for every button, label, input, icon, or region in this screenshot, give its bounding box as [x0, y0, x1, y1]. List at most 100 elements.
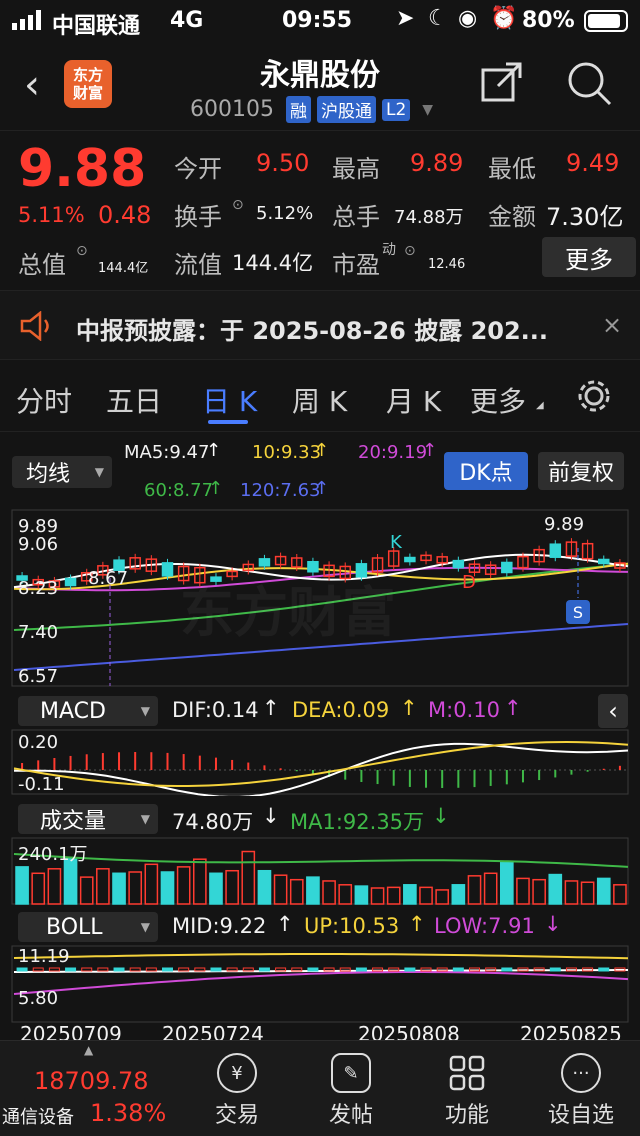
- amount-value: 7.30亿: [546, 203, 624, 231]
- adjust-button[interactable]: 前复权: [538, 452, 624, 490]
- active-tab-indicator: [208, 420, 248, 424]
- boll-candle: [339, 967, 351, 972]
- share-icon[interactable]: [480, 60, 524, 108]
- gear-icon[interactable]: [576, 378, 612, 418]
- boll-candle: [194, 967, 206, 972]
- up-arrow-icon: ↑: [314, 440, 330, 461]
- pe-value: 12.46: [428, 257, 466, 272]
- y-label-4: 7.40: [18, 622, 59, 643]
- trade-button[interactable]: ¥ 交易: [192, 1053, 282, 1129]
- marker-d[interactable]: D: [462, 572, 476, 593]
- boll-plot: [11, 945, 629, 1023]
- macd-dif: DIF:0.14: [172, 698, 259, 722]
- ma60-value: 60:8.77: [144, 480, 214, 501]
- macd-selector[interactable]: MACD ▼: [18, 696, 158, 726]
- stock-code-row[interactable]: 600105 融 沪股通 L2 ▼: [190, 96, 433, 123]
- carrier: 中国联通: [52, 14, 141, 39]
- boll-candle: [81, 967, 93, 972]
- search-icon[interactable]: [566, 60, 612, 110]
- more-button[interactable]: 更多: [542, 237, 636, 277]
- volume-bar: [96, 868, 110, 905]
- boll-lower-line: [13, 971, 629, 995]
- ma5-value: MA5:9.47: [124, 442, 210, 463]
- info-icon[interactable]: ⊙: [232, 197, 244, 213]
- up-arrow-icon: ↑: [262, 696, 280, 720]
- boll-candle: [97, 967, 109, 972]
- volume-bar: [354, 885, 369, 905]
- quote-panel: 9.88 5.11% 0.48 今开 9.50 最高 9.89 最低 9.49 …: [0, 130, 640, 288]
- down-arrow-icon: ↓: [544, 912, 562, 936]
- high-label: 最高: [332, 155, 380, 183]
- announcement-bar[interactable]: 中报预披露：于 2025-08-26 披露 202... ×: [0, 290, 640, 360]
- volume-selector[interactable]: 成交量 ▼: [18, 804, 158, 834]
- network-type: 4G: [170, 8, 204, 33]
- add-watchlist-button[interactable]: ··· 设自选: [536, 1053, 626, 1129]
- volume-bar: [403, 884, 417, 905]
- low-marker: 8.67: [88, 568, 129, 589]
- boll-candle: [307, 967, 319, 972]
- functions-label: 功能: [444, 1103, 489, 1128]
- up-arrow-icon: ↑: [422, 440, 438, 461]
- volume-bar: [467, 875, 482, 905]
- collapse-panel-icon[interactable]: ‹: [598, 694, 628, 728]
- sector-name[interactable]: 通信设备: [2, 1103, 74, 1129]
- candle-body: [549, 543, 562, 558]
- boll-candle: [404, 967, 416, 972]
- macd-y-top: 0.20: [18, 732, 59, 753]
- functions-button[interactable]: 功能: [422, 1053, 512, 1129]
- up-arrow-icon: ↑: [208, 478, 224, 499]
- kline-chart-area: 均线 ▼ MA5:9.47 ↑ 10:9.33 ↑ 20:9.19 ↑ 60:8.…: [0, 432, 640, 1112]
- volume-selector-label: 成交量: [40, 809, 107, 834]
- dk-point-button[interactable]: DK点: [444, 452, 528, 490]
- bottom-toolbar: ▲ 18709.78 通信设备 1.38% ¥ 交易 ✎ 发帖 功能 ··· 设…: [0, 1040, 640, 1136]
- boll-selector[interactable]: BOLL ▼: [18, 912, 158, 942]
- marker-k[interactable]: K: [390, 532, 402, 553]
- volume-bar: [386, 886, 401, 905]
- candle-body: [258, 558, 271, 567]
- info-icon[interactable]: ⊙: [404, 243, 416, 259]
- boll-candle: [436, 967, 448, 972]
- ma-selector-label: 均线: [26, 462, 71, 487]
- tab-intraday[interactable]: 分时: [16, 380, 72, 420]
- chevron-down-icon: ◢: [536, 400, 544, 411]
- location-icon: ➤: [396, 6, 415, 31]
- volume-bar: [338, 884, 353, 905]
- up-arrow-icon: ↑: [206, 440, 222, 461]
- post-button[interactable]: ✎ 发帖: [306, 1053, 396, 1129]
- boll-mid: MID:9.22: [172, 914, 267, 938]
- close-icon[interactable]: ×: [602, 311, 622, 339]
- boll-candle: [388, 967, 400, 972]
- volume-bar: [451, 884, 466, 905]
- tab-more[interactable]: 更多: [470, 380, 526, 420]
- volume-bar: [31, 872, 46, 905]
- volume-bar: [419, 886, 433, 905]
- ma-selector[interactable]: 均线 ▼: [12, 456, 112, 488]
- volume-bar: [532, 878, 546, 905]
- boll-candle: [162, 967, 173, 972]
- macd-selector-label: MACD: [40, 698, 106, 724]
- info-icon[interactable]: ⊙: [76, 243, 88, 259]
- badge-l2: L2: [381, 98, 411, 121]
- tab-five-day[interactable]: 五日: [106, 380, 162, 420]
- volume-value: 74.88万: [394, 207, 464, 228]
- tab-daily-k[interactable]: 日 K: [202, 380, 257, 420]
- signal-icon: [12, 10, 46, 36]
- low-label: 最低: [488, 155, 536, 183]
- marker-s[interactable]: S: [566, 600, 590, 624]
- chevron-down-icon: ▼: [94, 465, 104, 479]
- volume-bar: [483, 872, 498, 905]
- boll-up: UP:10.53: [304, 914, 400, 938]
- badge-connect: 沪股通: [316, 96, 376, 123]
- volume-bar: [241, 850, 256, 905]
- volume-bar: [564, 880, 579, 905]
- index-value[interactable]: 18709.78: [34, 1067, 149, 1095]
- change-amount: 0.48: [98, 201, 152, 229]
- boll-candle: [501, 967, 513, 972]
- tab-monthly-k[interactable]: 月 K: [386, 380, 441, 420]
- mktcap-value: 144.4亿: [98, 261, 149, 276]
- boll-candle: [452, 967, 464, 972]
- boll-candle: [32, 967, 44, 972]
- boll-candle: [420, 967, 432, 972]
- sector-change: 1.38%: [90, 1099, 167, 1127]
- tab-weekly-k[interactable]: 周 K: [292, 380, 347, 420]
